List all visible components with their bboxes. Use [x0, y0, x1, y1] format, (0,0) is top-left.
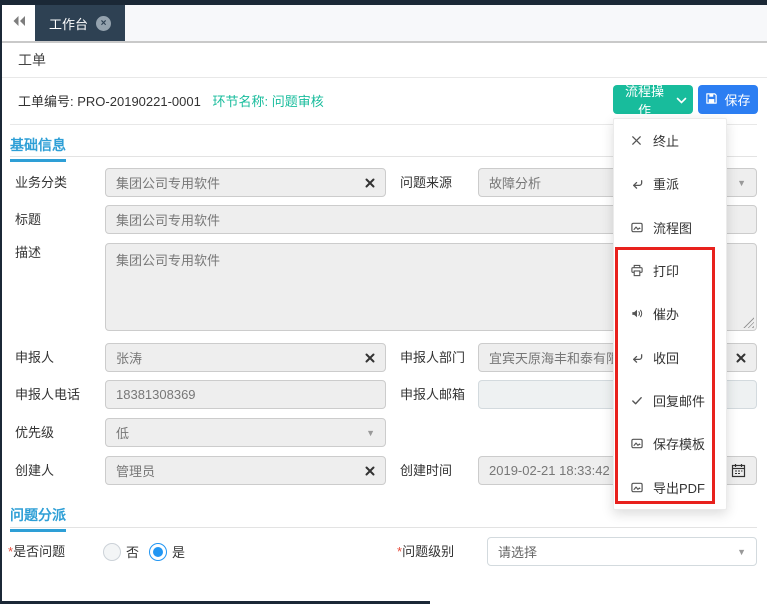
section-basic-info: 基础信息: [10, 135, 66, 162]
menu-item-label: 重派: [653, 174, 679, 193]
tab-workbench-label: 工作台: [49, 14, 88, 33]
menu-item-flowchart[interactable]: 流程图: [614, 206, 726, 249]
caret-down-icon: ▼: [737, 547, 746, 557]
menu-item-label: 催办: [653, 304, 679, 323]
is-issue-label: *是否问题: [8, 537, 65, 566]
order-no-value: PRO-20190221-0001: [77, 94, 201, 109]
radio-yes-label: 是: [172, 542, 185, 561]
clear-icon[interactable]: [365, 353, 375, 363]
is-issue-radio-group: 否 是: [103, 537, 185, 566]
radio-no-label: 否: [126, 542, 139, 561]
speaker-icon: [629, 307, 644, 320]
clear-icon[interactable]: [365, 466, 375, 476]
creator-value: 管理员: [116, 461, 359, 480]
caret-down-icon: ▼: [366, 428, 375, 438]
menu-item-label: 保存模板: [653, 434, 705, 453]
panel-title: 工单: [18, 50, 46, 70]
radio-off-icon: [103, 543, 121, 561]
priority-label: 优先级: [15, 418, 54, 447]
save-button[interactable]: 保存: [698, 85, 758, 114]
radio-option-yes[interactable]: 是: [149, 542, 185, 561]
priority-select[interactable]: 低 ▼: [105, 418, 386, 447]
menu-item-label: 终止: [653, 131, 679, 150]
radio-on-icon: [149, 543, 167, 561]
resize-handle-icon[interactable]: [743, 317, 754, 328]
creator-label: 创建人: [15, 456, 54, 485]
clear-icon[interactable]: [365, 178, 375, 188]
create-time-label: 创建时间: [400, 456, 452, 485]
clear-icon[interactable]: [736, 353, 746, 363]
issue-level-value: 请选择: [498, 542, 731, 561]
reporter-value: 张涛: [116, 348, 359, 367]
issue-level-label: *问题级别: [397, 537, 454, 566]
tab-bar: 工作台 ×: [2, 5, 767, 43]
order-no-label: 工单编号:: [18, 94, 74, 109]
save-icon: [705, 92, 718, 108]
reporter-dept-label: 申报人部门: [400, 343, 465, 372]
divider: [10, 527, 757, 528]
creator-input[interactable]: 管理员: [105, 456, 386, 485]
menu-item-label: 流程图: [653, 218, 692, 237]
image-icon: [629, 437, 644, 450]
x-icon: [629, 134, 644, 147]
description-label: 描述: [15, 243, 41, 263]
menu-item-terminate[interactable]: 终止: [614, 119, 726, 162]
menu-item-label: 收回: [653, 348, 679, 367]
image-icon: [629, 481, 644, 494]
workorder-screen: 工作台 × 工单 工单编号: PRO-20190221-0001 环节名称: 问…: [0, 0, 767, 604]
reporter-input[interactable]: 张涛: [105, 343, 386, 372]
check-icon: [629, 394, 644, 407]
printer-icon: [629, 264, 644, 277]
calendar-icon[interactable]: [731, 463, 746, 478]
window-top-edge: [0, 0, 767, 5]
issue-level-select[interactable]: 请选择 ▼: [487, 537, 757, 566]
business-category-input[interactable]: 集团公司专用软件: [105, 168, 386, 197]
radio-option-no[interactable]: 否: [103, 542, 139, 561]
menu-item-export-pdf[interactable]: 导出PDF: [614, 466, 726, 509]
save-label: 保存: [724, 90, 750, 109]
reporter-phone-value: 18381308369: [116, 387, 375, 402]
reporter-phone-input[interactable]: 18381308369: [105, 380, 386, 409]
section-issue-dispatch: 问题分派: [10, 505, 66, 532]
reporter-email-label: 申报人邮箱: [400, 380, 465, 409]
step-name-value: 问题审核: [272, 94, 324, 109]
title-label: 标题: [15, 205, 41, 234]
reporter-phone-label: 申报人电话: [15, 380, 80, 409]
issue-source-label: 问题来源: [400, 168, 452, 197]
window-left-edge: [0, 0, 2, 604]
priority-value: 低: [116, 423, 360, 442]
chevron-down-icon: [676, 92, 687, 107]
description-value: 集团公司专用软件: [116, 253, 220, 268]
flow-actions-label: 流程操作: [619, 81, 670, 119]
caret-down-icon: ▼: [737, 178, 746, 188]
reporter-label: 申报人: [15, 343, 54, 372]
menu-item-save-template[interactable]: 保存模板: [614, 422, 726, 465]
collapse-tabs-button[interactable]: [2, 5, 35, 41]
close-tab-icon[interactable]: ×: [96, 16, 111, 31]
return-arrow-icon: [629, 177, 644, 190]
menu-item-label: 导出PDF: [653, 478, 705, 497]
return-arrow-icon: [629, 351, 644, 364]
menu-item-label: 回复邮件: [653, 391, 705, 410]
menu-item-print[interactable]: 打印: [614, 249, 726, 292]
divider: [2, 77, 767, 78]
menu-item-reassign[interactable]: 重派: [614, 162, 726, 205]
menu-item-label: 打印: [653, 261, 679, 280]
menu-item-reply-email[interactable]: 回复邮件: [614, 379, 726, 422]
order-info-line: 工单编号: PRO-20190221-0001 环节名称: 问题审核: [18, 91, 324, 110]
flow-actions-button[interactable]: 流程操作: [613, 85, 693, 114]
business-category-value: 集团公司专用软件: [116, 173, 359, 192]
image-icon: [629, 221, 644, 234]
menu-item-urge[interactable]: 催办: [614, 292, 726, 335]
double-left-chevron-icon: [12, 14, 26, 32]
business-category-label: 业务分类: [15, 168, 67, 197]
menu-item-withdraw[interactable]: 收回: [614, 336, 726, 379]
flow-actions-menu: 终止 重派 流程图 打印 催办 收回 回复邮件 保存模板: [613, 118, 727, 510]
step-label: 环节名称:: [212, 94, 268, 109]
tab-workbench[interactable]: 工作台 ×: [35, 5, 125, 41]
